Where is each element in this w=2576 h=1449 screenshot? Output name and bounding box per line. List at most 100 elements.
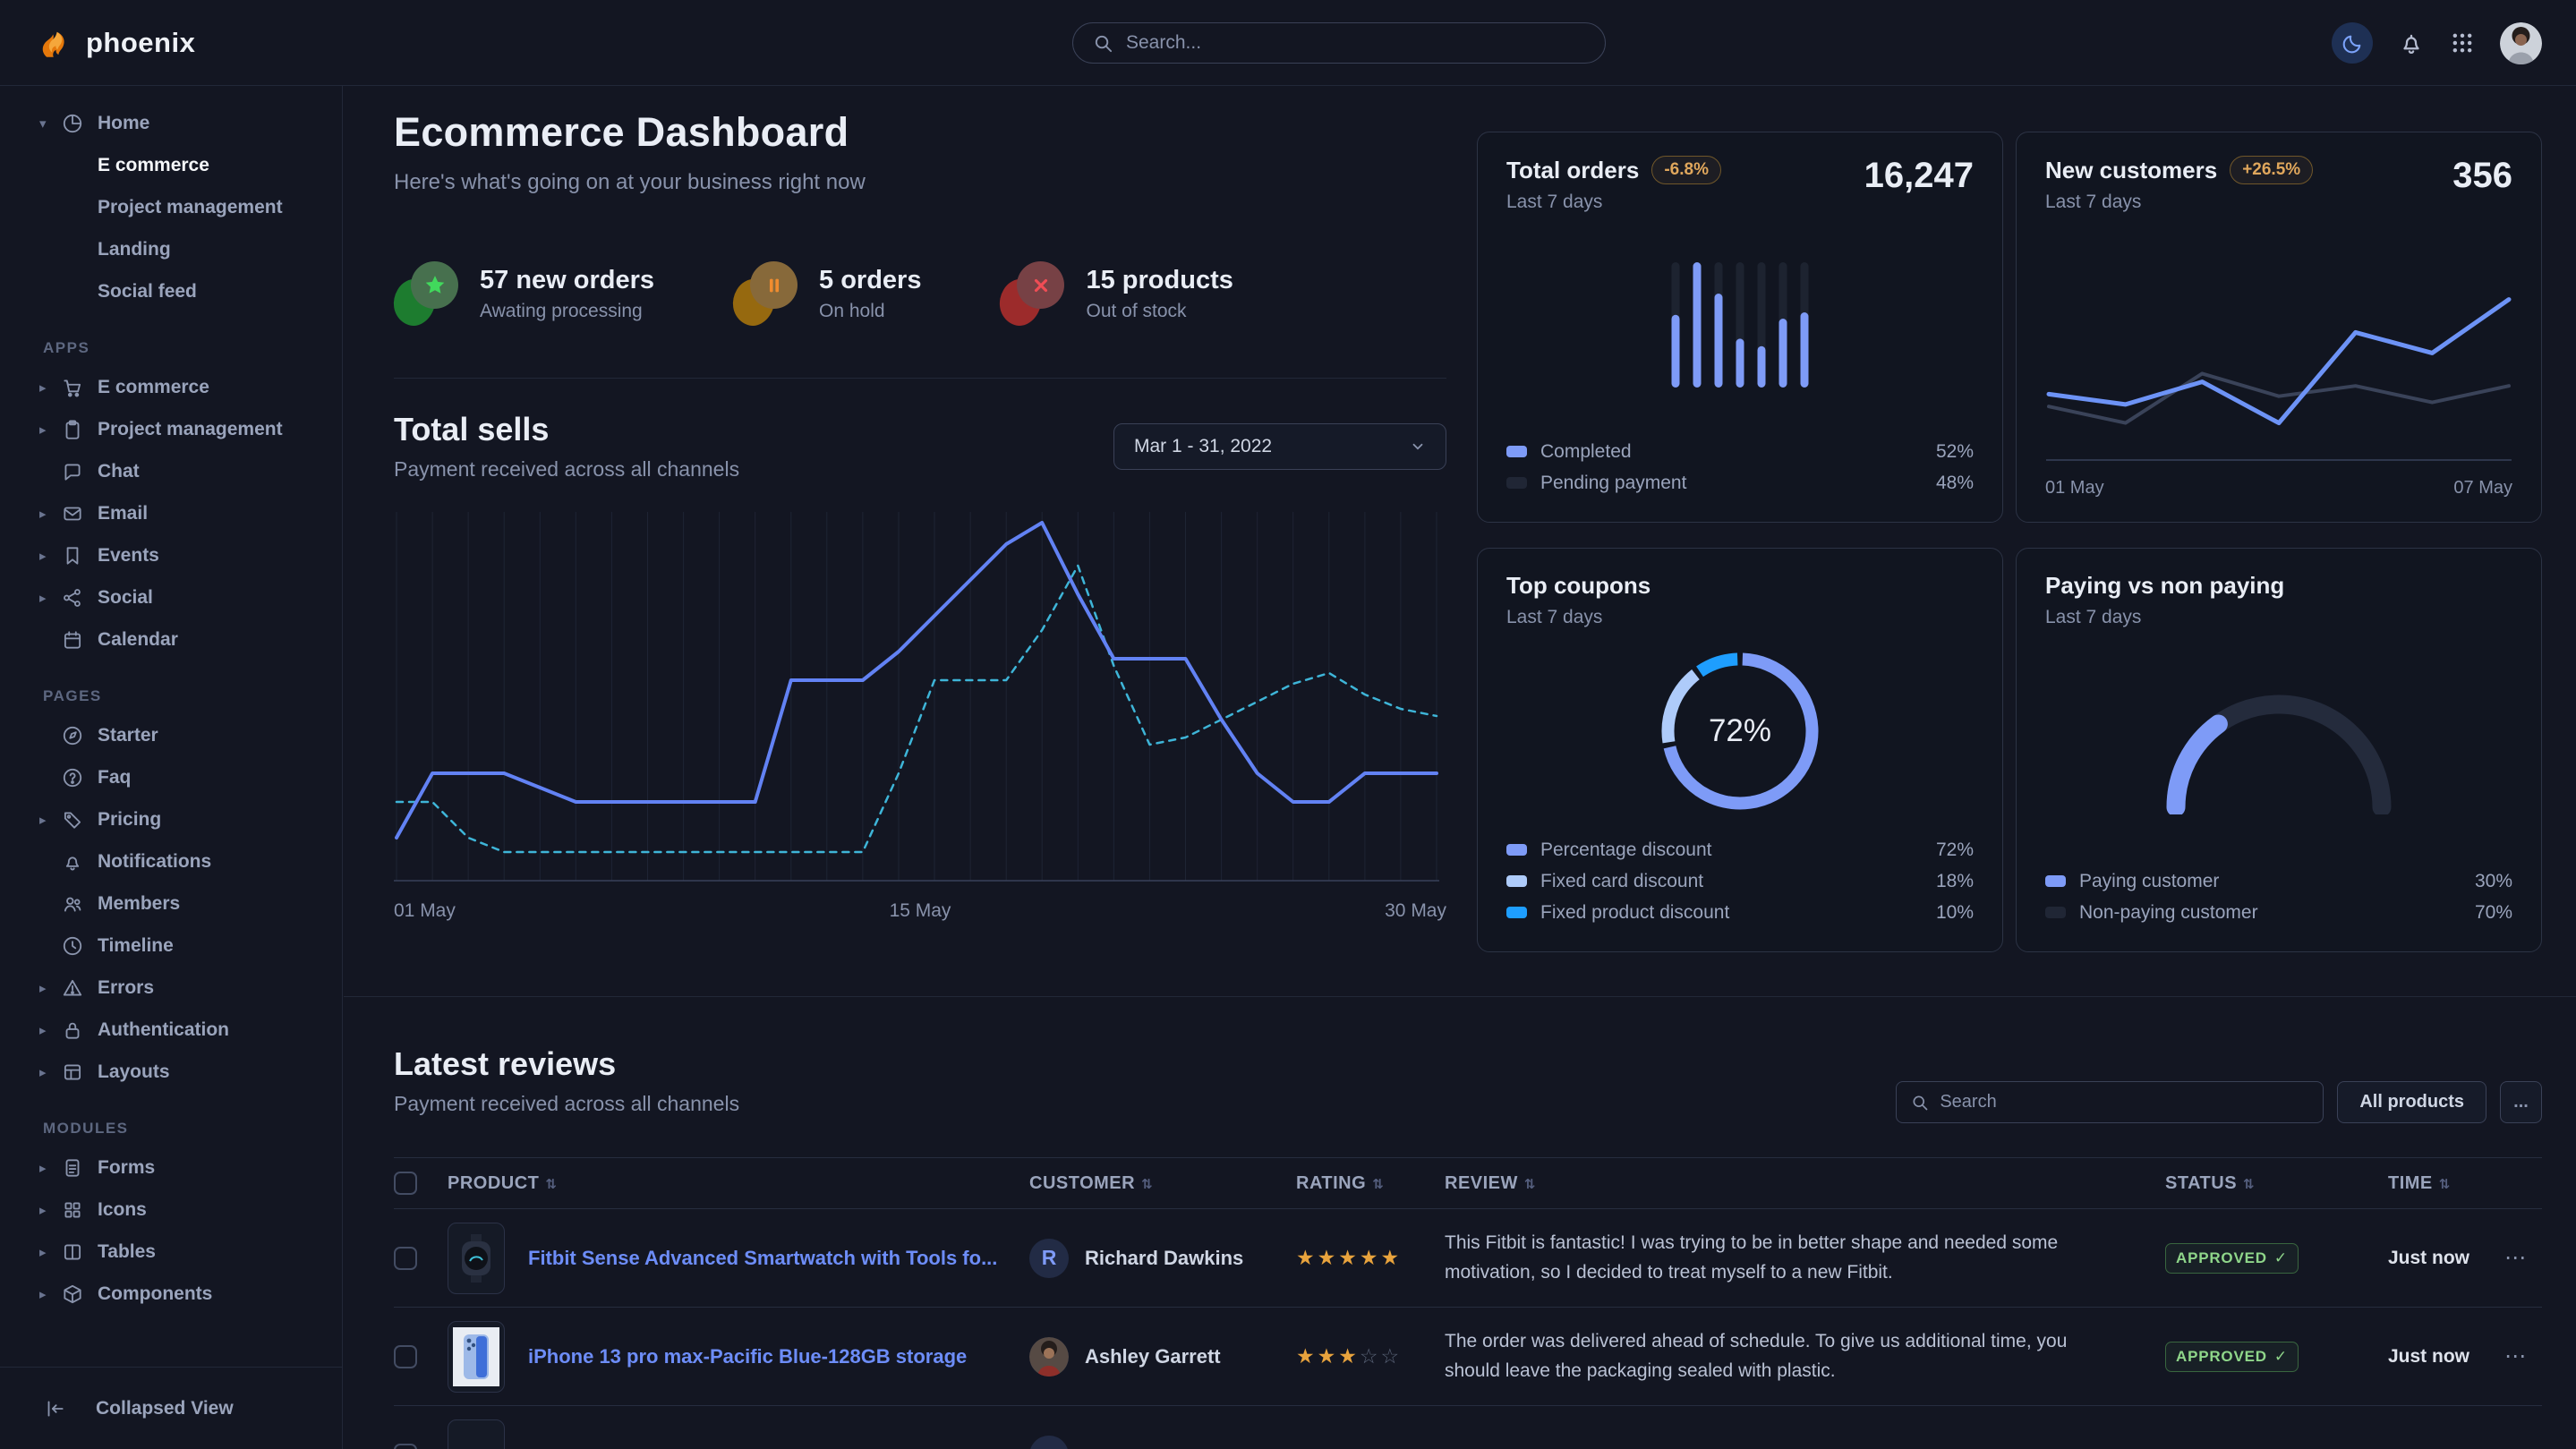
sidebar-item-icons[interactable]: ▸ Icons bbox=[0, 1189, 342, 1231]
sidebar-item-events[interactable]: ▸ Events bbox=[0, 534, 342, 576]
order-stats-row: 57 new orders Awating processing 5 order… bbox=[394, 260, 1446, 328]
row-actions-button[interactable]: ⋯ bbox=[2504, 1245, 2528, 1271]
sidebar-item-pricing[interactable]: ▸ Pricing bbox=[0, 798, 342, 840]
on-hold-pause-icon bbox=[733, 260, 799, 328]
sidebar-item-members[interactable]: Members bbox=[0, 882, 342, 925]
caret-right-icon: ▸ bbox=[39, 379, 61, 396]
mail-icon bbox=[61, 502, 84, 525]
sidebar-item-project-management-app[interactable]: ▸ Project management bbox=[0, 408, 342, 450]
sidebar-item-ecommerce-app[interactable]: ▸ E commerce bbox=[0, 366, 342, 408]
column-time[interactable]: TIME⇅ bbox=[2388, 1173, 2542, 1194]
sort-icon: ⇅ bbox=[1524, 1177, 1536, 1192]
new-customers-change-badge: +26.5% bbox=[2230, 156, 2313, 184]
section-divider bbox=[344, 996, 2576, 997]
sidebar-item-email[interactable]: ▸ Email bbox=[0, 492, 342, 534]
sidebar-item-notifications[interactable]: Notifications bbox=[0, 840, 342, 882]
stats-divider bbox=[394, 378, 1446, 379]
review-text: This Fitbit is fantastic! I was trying t… bbox=[1445, 1229, 2165, 1287]
row-checkbox[interactable] bbox=[394, 1345, 417, 1368]
row-actions-button[interactable]: ⋯ bbox=[2504, 1343, 2528, 1369]
column-product[interactable]: PRODUCT⇅ bbox=[448, 1173, 1029, 1194]
share-icon bbox=[61, 586, 84, 609]
sidebar-item-calendar[interactable]: Calendar bbox=[0, 618, 342, 661]
product-link[interactable]: iPhone 13 pro max-Pacific Blue-128GB sto… bbox=[528, 1345, 967, 1368]
column-review[interactable]: REVIEW⇅ bbox=[1445, 1173, 2165, 1194]
caret-right-icon: ▸ bbox=[39, 1286, 61, 1302]
lock-icon bbox=[61, 1019, 84, 1042]
sort-icon: ⇅ bbox=[1372, 1177, 1384, 1192]
customer-letter-avatar: R bbox=[1029, 1239, 1069, 1278]
sidebar-item-authentication[interactable]: ▸ Authentication bbox=[0, 1009, 342, 1051]
global-search[interactable] bbox=[1072, 22, 1606, 64]
sidebar-item-project-management-home[interactable]: Project management bbox=[0, 186, 342, 228]
search-icon bbox=[1093, 33, 1113, 54]
row-checkbox[interactable] bbox=[394, 1247, 417, 1270]
table-row: iPhone 13 pro max-Pacific Blue-128GB sto… bbox=[394, 1308, 2542, 1406]
sidebar-item-layouts[interactable]: ▸ Layouts bbox=[0, 1051, 342, 1093]
topbar-actions bbox=[2332, 0, 2542, 86]
caret-right-icon: ▸ bbox=[39, 1244, 61, 1260]
sidebar-section-modules: MODULES bbox=[0, 1120, 342, 1138]
sidebar-item-landing[interactable]: Landing bbox=[0, 228, 342, 270]
new-customers-x-axis: 01 May 07 May bbox=[2045, 478, 2512, 499]
sidebar-item-home[interactable]: ▾ Home bbox=[0, 102, 342, 144]
sidebar-item-forms[interactable]: ▸ Forms bbox=[0, 1146, 342, 1189]
status-badge: APPROVED ✓ bbox=[2165, 1243, 2299, 1274]
reviews-subtitle: Payment received across all channels bbox=[394, 1092, 739, 1116]
sidebar-item-chat[interactable]: Chat bbox=[0, 450, 342, 492]
reviews-more-button[interactable]: ... bbox=[2500, 1081, 2542, 1123]
collapse-sidebar-button[interactable]: Collapsed View bbox=[0, 1367, 342, 1449]
check-icon: ✓ bbox=[2274, 1348, 2288, 1366]
bookmark-icon bbox=[61, 544, 84, 567]
sidebar-item-starter[interactable]: Starter bbox=[0, 714, 342, 756]
column-status[interactable]: STATUS⇅ bbox=[2165, 1173, 2388, 1194]
main-content: Ecommerce Dashboard Here's what's going … bbox=[344, 86, 2576, 1449]
stat-new-orders: 57 new orders Awating processing bbox=[394, 260, 654, 328]
notifications-button[interactable] bbox=[2398, 30, 2425, 56]
grid-dots-icon bbox=[2450, 30, 2475, 55]
total-sells-title: Total sells bbox=[394, 411, 739, 448]
total-orders-title: Total orders bbox=[1506, 157, 1639, 184]
new-customers-value: 356 bbox=[2452, 156, 2512, 196]
sidebar-item-social-feed[interactable]: Social feed bbox=[0, 270, 342, 312]
product-link[interactable]: Fitbit Sense Advanced Smartwatch with To… bbox=[528, 1247, 997, 1270]
all-products-button[interactable]: All products bbox=[2337, 1081, 2486, 1123]
sidebar-item-social[interactable]: ▸ Social bbox=[0, 576, 342, 618]
column-rating[interactable]: RATING⇅ bbox=[1296, 1173, 1445, 1194]
legend-percentage-discount: Percentage discount 72% bbox=[1506, 834, 1974, 865]
theme-toggle-button[interactable] bbox=[2332, 22, 2373, 64]
reviews-search[interactable] bbox=[1896, 1081, 2324, 1123]
moon-icon bbox=[2341, 32, 2364, 55]
total-sells-subtitle: Payment received across all channels bbox=[394, 457, 739, 482]
select-all-checkbox[interactable] bbox=[394, 1172, 417, 1195]
sort-icon: ⇅ bbox=[545, 1177, 557, 1192]
reviews-search-input[interactable] bbox=[1940, 1092, 2308, 1112]
customer-name: Ashley Garrett bbox=[1085, 1345, 1221, 1368]
caret-right-icon: ▸ bbox=[39, 548, 61, 564]
table-columns-icon bbox=[61, 1240, 84, 1264]
row-checkbox[interactable] bbox=[394, 1444, 417, 1449]
brand-name: phoenix bbox=[86, 27, 195, 59]
total-sells-x-axis: 01 May 15 May 30 May bbox=[394, 900, 1446, 922]
date-range-select[interactable]: Mar 1 - 31, 2022 bbox=[1113, 423, 1446, 470]
sidebar-item-ecommerce-home[interactable]: E commerce bbox=[0, 144, 342, 186]
apps-menu-button[interactable] bbox=[2450, 30, 2475, 55]
brand-logo[interactable]: phoenix bbox=[36, 24, 195, 62]
layout-icon bbox=[61, 1061, 84, 1084]
reviews-title: Latest reviews bbox=[394, 1045, 739, 1083]
sidebar-item-tables[interactable]: ▸ Tables bbox=[0, 1231, 342, 1273]
sort-icon: ⇅ bbox=[1141, 1177, 1153, 1192]
search-input[interactable] bbox=[1126, 32, 1585, 54]
compass-icon bbox=[61, 724, 84, 747]
customer-avatar bbox=[1029, 1436, 1069, 1449]
total-sells-chart bbox=[394, 512, 1446, 888]
sidebar-item-faq[interactable]: Faq bbox=[0, 756, 342, 798]
calendar-icon bbox=[61, 628, 84, 652]
caret-right-icon: ▸ bbox=[39, 980, 61, 996]
sidebar-item-components[interactable]: ▸ Components bbox=[0, 1273, 342, 1315]
sidebar-item-timeline[interactable]: Timeline bbox=[0, 925, 342, 967]
user-avatar[interactable] bbox=[2500, 22, 2542, 64]
sidebar-item-errors[interactable]: ▸ Errors bbox=[0, 967, 342, 1009]
column-customer[interactable]: CUSTOMER⇅ bbox=[1029, 1173, 1296, 1194]
completed-swatch bbox=[1506, 446, 1527, 457]
